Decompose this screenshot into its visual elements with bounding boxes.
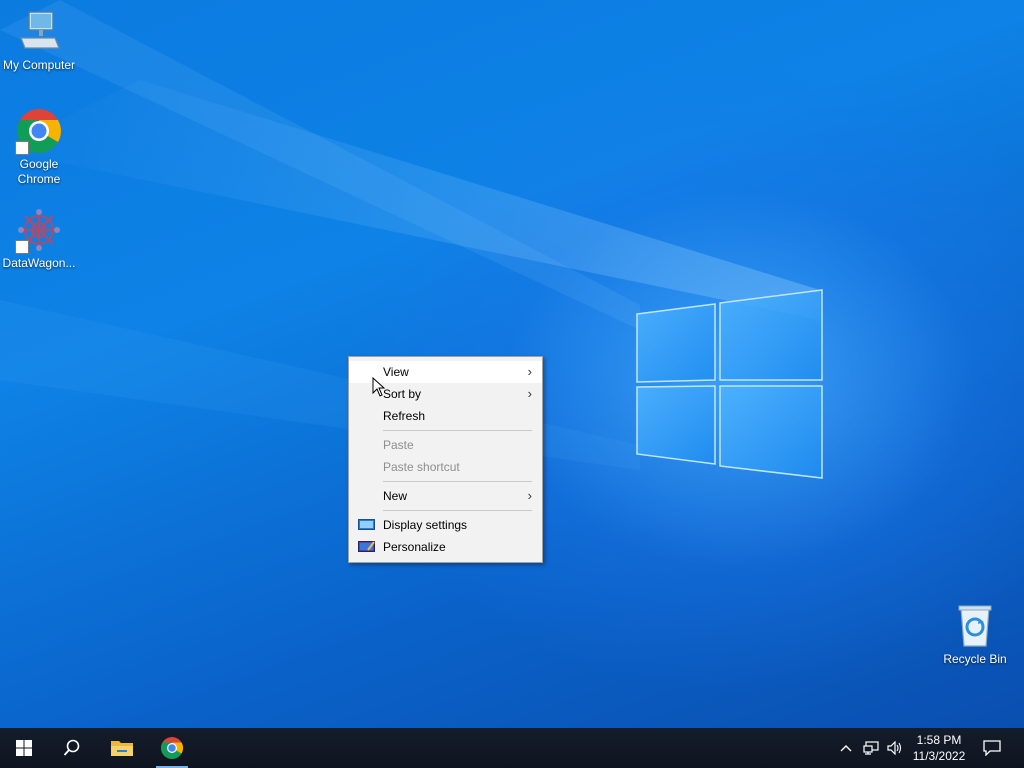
chevron-up-icon xyxy=(840,745,852,752)
menu-item-new[interactable]: New › xyxy=(349,485,542,507)
desktop-icon-google-chrome[interactable]: Google Chrome xyxy=(0,107,78,187)
desktop-icon-label: DataWagon... xyxy=(2,256,76,270)
clock-date: 11/3/2022 xyxy=(912,749,966,763)
recycle-bin-icon xyxy=(951,602,999,650)
menu-item-label: New xyxy=(383,489,408,503)
submenu-arrow-icon: › xyxy=(527,364,532,379)
start-button[interactable] xyxy=(0,728,48,768)
submenu-arrow-icon: › xyxy=(527,488,532,503)
personalize-icon xyxy=(358,541,375,552)
chrome-icon xyxy=(161,737,183,759)
network-icon xyxy=(863,741,879,755)
computer-icon xyxy=(15,8,63,56)
menu-separator xyxy=(383,430,532,431)
datawagon-icon xyxy=(15,206,63,254)
show-hidden-icons-button[interactable] xyxy=(836,728,856,768)
volume-tray-button[interactable] xyxy=(884,728,906,768)
notification-icon xyxy=(983,740,1001,756)
volume-icon xyxy=(887,741,902,755)
menu-item-label: Paste xyxy=(383,438,414,452)
chrome-icon xyxy=(15,107,63,155)
desktop-icon-datawagon[interactable]: DataWagon... xyxy=(0,206,78,271)
menu-item-refresh[interactable]: Refresh xyxy=(349,405,542,427)
menu-item-label: Paste shortcut xyxy=(383,460,460,474)
action-center-button[interactable] xyxy=(978,728,1006,768)
desktop-icon-recycle-bin[interactable]: Recycle Bin xyxy=(936,602,1014,667)
menu-item-label: Refresh xyxy=(383,409,426,423)
file-explorer-button[interactable] xyxy=(98,728,146,768)
shortcut-arrow-icon xyxy=(15,240,29,254)
desktop-icon-my-computer[interactable]: My Computer xyxy=(0,8,78,73)
display-settings-icon xyxy=(358,519,375,530)
taskbar-clock[interactable]: 1:58 PM 11/3/2022 xyxy=(908,732,970,764)
menu-item-label: Personalize xyxy=(383,540,446,554)
search-button[interactable] xyxy=(48,728,96,768)
menu-item-label: Display settings xyxy=(383,518,468,532)
chrome-taskbar-button[interactable] xyxy=(148,728,196,768)
menu-item-paste-shortcut: Paste shortcut xyxy=(349,456,542,478)
menu-item-paste: Paste xyxy=(349,434,542,456)
shortcut-arrow-icon xyxy=(15,141,29,155)
menu-item-label: Sort by xyxy=(383,387,422,401)
menu-separator xyxy=(383,481,532,482)
desktop-icon-label: My Computer xyxy=(2,58,76,72)
search-icon xyxy=(63,739,80,756)
folder-icon xyxy=(111,741,133,756)
desktop-icon-label: Google Chrome xyxy=(17,157,61,186)
desktop-icon-label: Recycle Bin xyxy=(943,652,1007,666)
taskbar: 1:58 PM 11/3/2022 xyxy=(0,728,1024,768)
menu-item-label: View xyxy=(383,365,409,379)
menu-item-personalize[interactable]: Personalize xyxy=(349,536,542,558)
submenu-arrow-icon: › xyxy=(527,386,532,401)
mouse-cursor-icon xyxy=(372,377,386,397)
clock-time: 1:58 PM xyxy=(916,733,962,747)
network-tray-button[interactable] xyxy=(860,728,882,768)
windows-logo-icon xyxy=(16,740,32,756)
menu-separator xyxy=(383,510,532,511)
menu-item-display-settings[interactable]: Display settings xyxy=(349,514,542,536)
